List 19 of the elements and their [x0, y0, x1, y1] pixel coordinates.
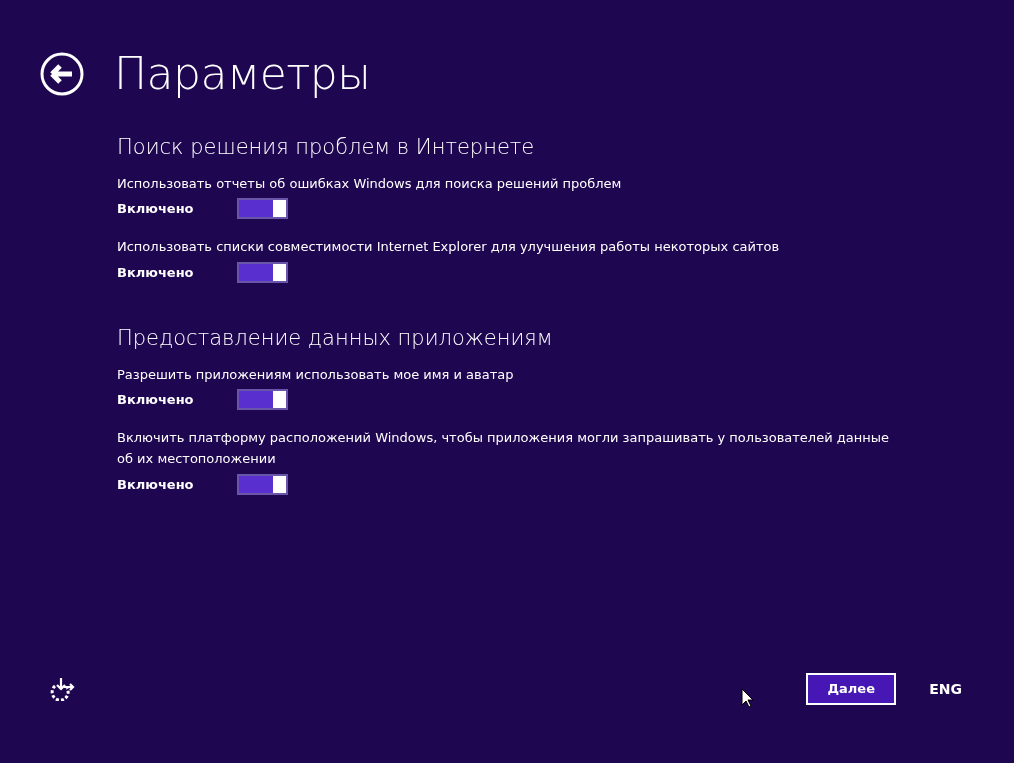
setting-label: Разрешить приложениям использовать мое имя и аватар	[117, 365, 515, 384]
next-button[interactable]: Далее	[806, 673, 897, 705]
setting-label: Включить платформу расположений Windows, чтобы приложения могли запрашивать у пользователей данные об их местоположении	[117, 429, 890, 469]
toggle-state-text: Включено	[117, 263, 195, 282]
mouse-cursor-icon	[741, 688, 755, 708]
setting-label: Использовать отчеты об ошибках Windows для поиска решений проблем	[117, 174, 623, 193]
ease-of-access-icon[interactable]	[50, 677, 76, 701]
toggle-state-text: Включено	[117, 200, 195, 219]
section-heading: Поиск решения проблем в Интернете	[117, 134, 536, 161]
toggle-state-text: Включено	[117, 391, 195, 410]
toggle-switch[interactable]	[237, 198, 288, 220]
setting-label: Использовать списки совместимости Internet Explorer для улучшения работы некоторых сайтов	[117, 238, 781, 257]
toggle-switch[interactable]	[237, 389, 288, 411]
language-indicator[interactable]: ENG	[929, 678, 962, 700]
page-title: Параметры	[114, 52, 371, 96]
toggle-state-text: Включено	[117, 475, 195, 494]
section-heading: Предоставление данных приложениям	[117, 325, 554, 353]
toggle-switch[interactable]	[237, 262, 288, 284]
toggle-switch[interactable]	[237, 474, 288, 495]
